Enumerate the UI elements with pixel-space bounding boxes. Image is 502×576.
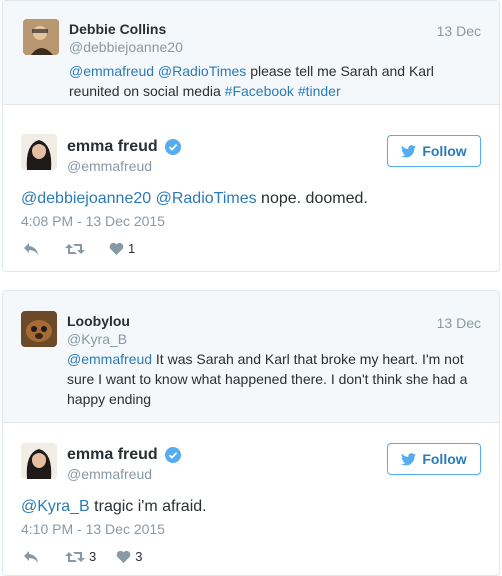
tweet-body: nope. doomed. — [256, 190, 368, 207]
tweet-actions: 3 3 — [23, 549, 162, 564]
reply-button[interactable] — [23, 242, 39, 256]
avatar[interactable] — [21, 443, 57, 479]
reply-button[interactable] — [23, 550, 39, 564]
tweet-timestamp[interactable]: 4:08 PM - 13 Dec 2015 — [21, 213, 165, 229]
mention-link[interactable]: @emmafreud — [67, 351, 152, 367]
like-button[interactable]: 3 — [116, 549, 142, 564]
mention-link[interactable]: @RadioTimes — [156, 190, 257, 207]
tweet-actions: 1 — [23, 241, 155, 256]
like-icon — [109, 242, 124, 255]
mention-link[interactable]: @emmafreud — [69, 63, 154, 79]
hashtag-link[interactable]: #tinder — [298, 83, 341, 99]
tweet-date[interactable]: 13 Dec — [437, 315, 481, 331]
retweet-button[interactable] — [65, 242, 89, 256]
retweet-count: 3 — [89, 549, 97, 564]
avatar[interactable] — [23, 19, 59, 55]
author-name[interactable]: Debbie Collins — [69, 21, 166, 37]
avatar[interactable] — [21, 134, 57, 170]
like-count: 1 — [128, 241, 136, 256]
hashtag-link[interactable]: #Facebook — [225, 83, 294, 99]
tweet-date[interactable]: 13 Dec — [437, 23, 481, 39]
follow-button[interactable]: Follow — [387, 443, 481, 475]
author-name[interactable]: emma freud — [67, 446, 158, 464]
reply-icon — [24, 550, 38, 563]
tweet-text: @emmafreud @RadioTimes please tell me Sa… — [69, 61, 479, 101]
verified-badge-icon — [165, 447, 181, 463]
tweet-timestamp[interactable]: 4:10 PM - 13 Dec 2015 — [21, 521, 165, 537]
mention-link[interactable]: @debbiejoanne20 — [21, 190, 151, 207]
avatar[interactable] — [21, 311, 57, 347]
tweet-text: @emmafreud It was Sarah and Karl that br… — [67, 349, 485, 409]
tweet-card: Loobylou @Kyra_B 13 Dec @emmafreud It wa… — [2, 290, 500, 576]
author-handle[interactable]: @emmafreud — [67, 466, 152, 482]
tweet-text: @debbiejoanne20 @RadioTimes nope. doomed… — [21, 188, 481, 210]
tweet-text: @Kyra_B tragic i'm afraid. — [21, 496, 481, 518]
retweet-icon — [65, 551, 85, 562]
follow-label: Follow — [422, 451, 467, 467]
tweet-card: Debbie Collins @debbiejoanne20 13 Dec @e… — [2, 0, 500, 272]
tweet-body: tragic i'm afraid. — [89, 498, 207, 515]
retweet-button[interactable]: 3 — [65, 549, 96, 564]
parent-tweet: Debbie Collins @debbiejoanne20 13 Dec @e… — [3, 1, 499, 105]
author-name[interactable]: emma freud — [67, 138, 158, 156]
author-handle[interactable]: @emmafreud — [67, 158, 152, 174]
follow-label: Follow — [422, 143, 467, 159]
reply-icon — [24, 242, 38, 255]
like-icon — [116, 550, 131, 563]
twitter-bird-icon — [401, 452, 417, 465]
retweet-icon — [65, 243, 85, 254]
author-handle[interactable]: @debbiejoanne20 — [69, 39, 183, 55]
parent-tweet: Loobylou @Kyra_B 13 Dec @emmafreud It wa… — [3, 291, 499, 423]
mention-link[interactable]: @RadioTimes — [158, 63, 246, 79]
author-handle[interactable]: @Kyra_B — [67, 331, 127, 347]
like-button[interactable]: 1 — [109, 241, 135, 256]
follow-button[interactable]: Follow — [387, 135, 481, 167]
verified-badge-icon — [165, 139, 181, 155]
mention-link[interactable]: @Kyra_B — [21, 498, 90, 515]
author-name[interactable]: Loobylou — [67, 313, 130, 329]
twitter-bird-icon — [401, 144, 417, 157]
like-count: 3 — [135, 549, 143, 564]
